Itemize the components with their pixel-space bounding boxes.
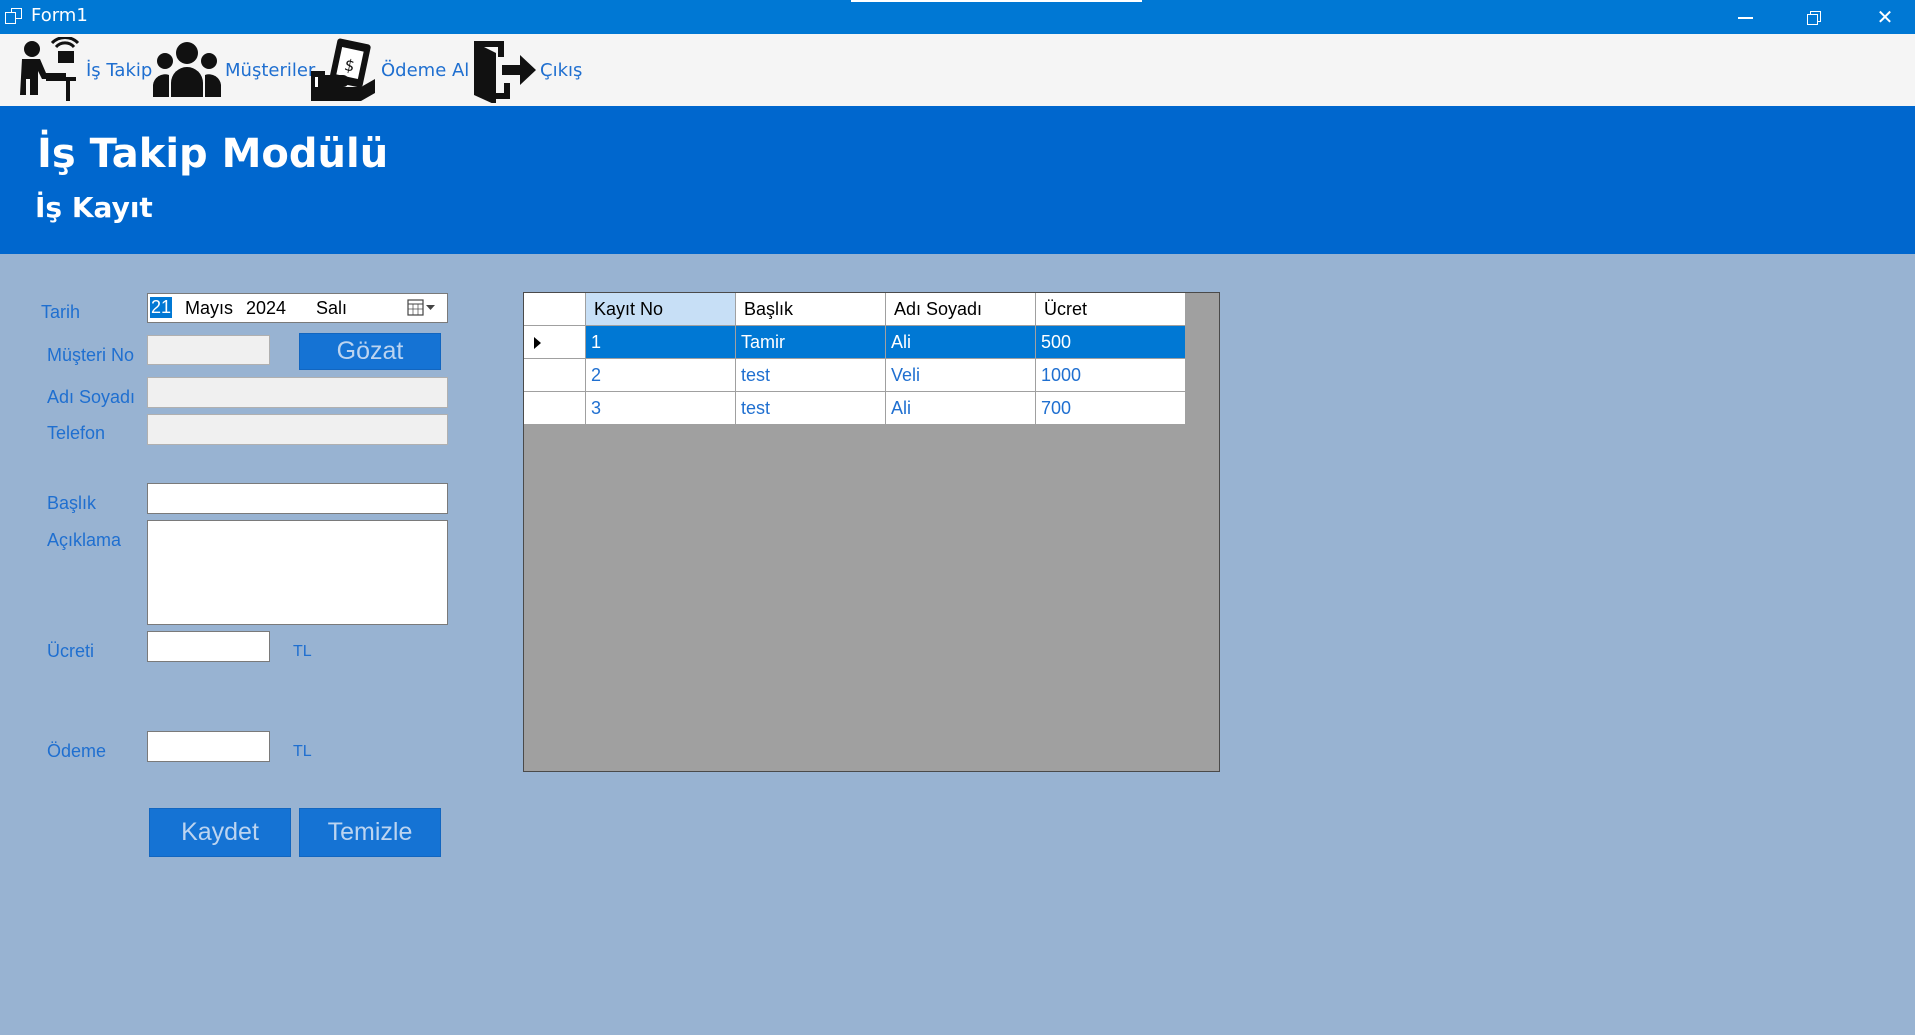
odeme-label: Ödeme [47,741,107,761]
telefon-field[interactable] [147,414,448,445]
temizle-button[interactable]: Temizle [299,808,441,857]
table-cell[interactable]: 1000 [1036,359,1186,392]
column-header-kayit-no[interactable]: Kayıt No [586,293,736,326]
date-year[interactable]: 2024 [246,298,286,319]
table-cell[interactable]: 500 [1036,326,1186,359]
minimize-icon [1737,17,1753,19]
toolbar-item-label: Ödeme Al [381,59,470,81]
module-header: İş Takip Modülü İş Kayıt [0,106,1915,254]
tool-strip: İş Takip Müşteriler $ Ödeme Al Çıkış [0,34,1915,106]
toolbar-item-is-takip[interactable]: İş Takip [12,34,152,106]
row-header[interactable] [524,359,586,392]
window-title: Form1 [31,5,88,26]
toolbar-item-cikis[interactable]: Çıkış [472,34,582,106]
close-button[interactable]: ✕ [1850,0,1915,34]
ucreti-field[interactable] [147,631,270,662]
musteri-no-field[interactable] [147,335,270,365]
records-grid[interactable]: Kayıt No Başlık Adı Soyadı Ücret 1 Tamir… [523,292,1220,772]
ucreti-label: Ücreti [47,641,95,661]
grid-corner-header[interactable] [524,293,586,326]
table-cell[interactable]: 700 [1036,392,1186,425]
toolbar-item-label: Çıkış [540,59,583,81]
worker-desk-icon [20,37,80,101]
page-title: İş Takip Modülü [37,131,389,177]
column-header-baslik[interactable]: Başlık [736,293,886,326]
toolbar-item-odeme-al[interactable]: $ Ödeme Al [311,34,469,106]
adi-soyadi-label: Adı Soyadı [47,387,136,407]
date-month[interactable]: Mayıs [185,298,233,319]
table-cell[interactable]: 2 [586,359,736,392]
title-drag-indicator [851,0,1142,2]
title-bar: Form1 ✕ [0,0,1915,34]
table-cell[interactable]: Ali [886,392,1036,425]
tarih-date-picker[interactable]: 21 Mayıs 2024 Salı [147,293,448,323]
adi-soyadi-field[interactable] [147,377,448,408]
odeme-field[interactable] [147,731,270,762]
table-cell[interactable]: Ali [886,326,1036,359]
table-cell[interactable]: Tamir [736,326,886,359]
toolbar-item-label: Müşteriler [225,59,316,81]
restore-icon [1806,10,1821,25]
kaydet-button[interactable]: Kaydet [149,808,291,857]
telefon-label: Telefon [47,423,106,443]
toolbar-item-label: İş Takip [86,59,153,81]
column-header-ucret[interactable]: Ücret [1036,293,1186,326]
table-cell[interactable]: 3 [586,392,736,425]
aciklama-label: Açıklama [47,530,122,550]
table-cell[interactable]: Veli [886,359,1036,392]
gozat-button[interactable]: Gözat [299,333,441,370]
restore-button[interactable] [1778,0,1848,34]
current-row-arrow-icon [534,337,541,349]
row-header[interactable] [524,392,586,425]
ucreti-currency-label: TL [293,643,312,660]
table-cell[interactable]: test [736,392,886,425]
date-weekday: Salı [316,298,348,318]
exit-door-icon [474,41,536,103]
aciklama-textarea[interactable] [147,520,448,625]
toolbar-item-musteriler[interactable]: Müşteriler [153,34,315,106]
table-cell[interactable]: test [736,359,886,392]
close-icon: ✕ [1876,5,1894,29]
page-subtitle: İş Kayıt [35,191,153,224]
tarih-label: Tarih [41,302,81,322]
baslik-field[interactable] [147,483,448,514]
column-header-adi-soyadi[interactable]: Adı Soyadı [886,293,1036,326]
calendar-dropdown-icon[interactable] [407,299,437,317]
musteri-no-label: Müşteri No [47,345,135,365]
money-payment-icon: $ [311,38,375,101]
app-window-icon [5,8,22,24]
minimize-button[interactable] [1710,0,1780,34]
odeme-currency-label: TL [293,743,312,760]
date-day[interactable]: 21 [150,297,173,318]
users-group-icon [153,42,221,97]
baslik-label: Başlık [47,493,97,513]
row-header[interactable] [524,326,586,359]
table-cell[interactable]: 1 [586,326,736,359]
